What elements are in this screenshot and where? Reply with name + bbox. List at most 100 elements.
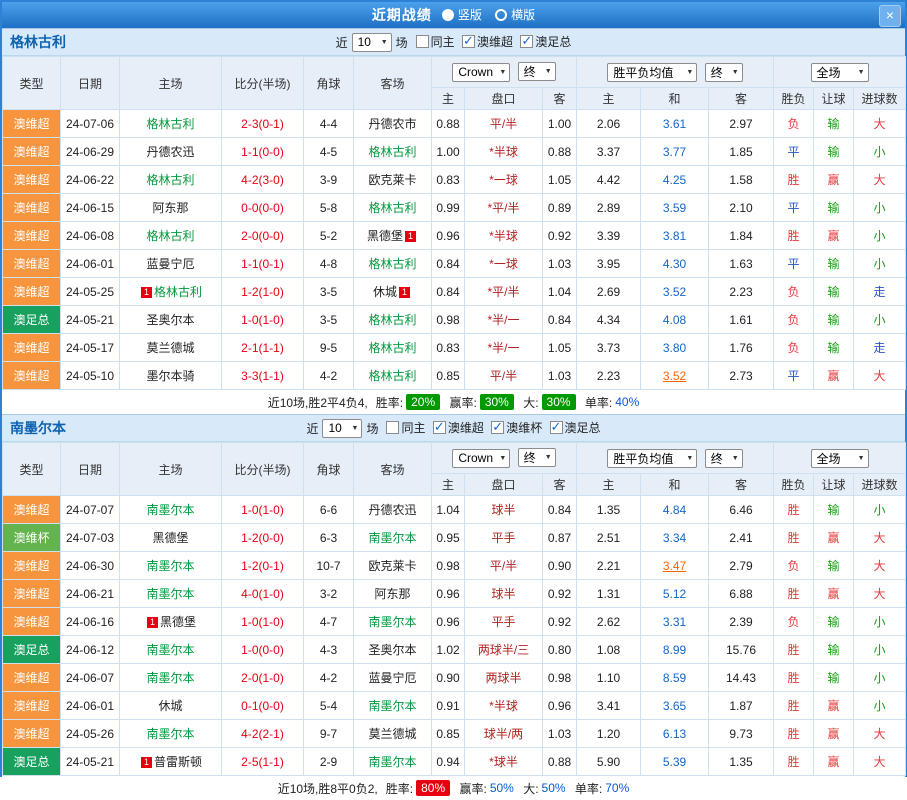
europe-state-select[interactable]: 终▼ xyxy=(705,449,743,468)
filter-checkbox-item[interactable]: 澳维杯 xyxy=(491,419,542,436)
checkbox-label: 澳足总 xyxy=(535,33,571,50)
league-badge: 澳维超 xyxy=(3,194,61,222)
match-row: 澳维超 24-05-25 1格林古利 1-2(1-0) 3-5 休城1 0.84… xyxy=(3,278,906,306)
scope-select[interactable]: 全场▼ xyxy=(811,63,869,82)
away-team-name: 格林古利 xyxy=(368,201,416,215)
stat-item: 大: 30% xyxy=(523,394,575,411)
filter-checkbox-item[interactable]: 澳足总 xyxy=(520,33,571,50)
stat-label: 胜率: xyxy=(386,780,413,797)
filter-checkbox-item[interactable]: 同主 xyxy=(416,33,455,50)
layout-radio-option[interactable]: 竖版 xyxy=(442,6,482,23)
col-subheader: 和 xyxy=(641,474,709,496)
results-table-2: 类型 日期 主场 比分(半场) 角球 客场 Crown▼ 终▼ 胜平负均值▼ 终… xyxy=(2,442,906,776)
asian-home-odds: 0.84 xyxy=(432,278,465,306)
checkbox-label: 澳维杯 xyxy=(506,419,542,436)
away-team-name: 蓝曼宁厄 xyxy=(368,671,416,685)
away-team-name: 欧克莱卡 xyxy=(368,173,416,187)
col-subheader: 进球数 xyxy=(854,474,906,496)
bookmaker-select[interactable]: Crown▼ xyxy=(452,449,510,468)
bookmaker-select[interactable]: Crown▼ xyxy=(452,63,510,82)
filters: 近 10 ▼ 场 同主 澳维超 xyxy=(336,33,572,52)
league-badge: 澳维超 xyxy=(3,334,61,362)
layout-radio-option[interactable]: 横版 xyxy=(495,6,535,23)
corner-score: 9-5 xyxy=(304,334,354,362)
asian-handicap: 平/半 xyxy=(465,552,543,580)
asian-home-odds: 0.94 xyxy=(432,748,465,776)
filter-checkbox-item[interactable]: 同主 xyxy=(386,419,425,436)
stat-label: 单率: xyxy=(575,780,602,797)
match-count-select[interactable]: 10 ▼ xyxy=(352,33,392,52)
match-row: 澳维超 24-07-07 南墨尔本 1-0(1-0) 6-6 丹德农迅 1.04… xyxy=(3,496,906,524)
result-wdl: 负 xyxy=(774,608,814,636)
corner-score: 3-5 xyxy=(304,278,354,306)
away-team-name: 南墨尔本 xyxy=(368,615,416,629)
match-count-select[interactable]: 10 ▼ xyxy=(322,419,362,438)
league-badge: 澳维超 xyxy=(3,552,61,580)
league-badge: 澳维超 xyxy=(3,496,61,524)
red-card-badge: 1 xyxy=(141,757,152,768)
europe-away-odds: 2.79 xyxy=(709,552,774,580)
result-handicap: 输 xyxy=(814,636,854,664)
europe-average-select[interactable]: 胜平负均值▼ xyxy=(607,449,697,468)
scope-select[interactable]: 全场▼ xyxy=(811,449,869,468)
europe-home-odds: 1.08 xyxy=(577,636,641,664)
asian-handicap: *一球 xyxy=(465,250,543,278)
asian-state-select[interactable]: 终▼ xyxy=(518,448,556,467)
europe-home-odds: 2.06 xyxy=(577,110,641,138)
asian-away-odds: 1.05 xyxy=(543,166,577,194)
col-subheader: 客 xyxy=(543,474,577,496)
checkbox[interactable] xyxy=(386,421,399,434)
home-team-name: 格林古利 xyxy=(154,285,202,299)
result-handicap: 输 xyxy=(814,110,854,138)
checkbox[interactable] xyxy=(550,421,563,434)
league-badge: 澳维超 xyxy=(3,692,61,720)
asian-home-odds: 0.98 xyxy=(432,552,465,580)
corner-score: 6-3 xyxy=(304,524,354,552)
home-team: 南墨尔本 xyxy=(120,720,222,748)
checkbox[interactable] xyxy=(462,35,475,48)
result-handicap: 输 xyxy=(814,608,854,636)
result-wdl: 负 xyxy=(774,110,814,138)
filter-checkbox-item[interactable]: 澳维超 xyxy=(433,419,484,436)
summary-stats: 胜率: 80% 赢率: 50% 大: 50% 单率: 70% xyxy=(380,780,630,797)
col-subheader: 盘口 xyxy=(465,474,543,496)
europe-away-odds: 1.85 xyxy=(709,138,774,166)
asian-away-odds: 0.88 xyxy=(543,138,577,166)
result-handicap: 输 xyxy=(814,552,854,580)
checkbox[interactable] xyxy=(520,35,533,48)
match-date: 24-06-29 xyxy=(61,138,120,166)
europe-average-select[interactable]: 胜平负均值▼ xyxy=(607,63,697,82)
asian-away-odds: 1.00 xyxy=(543,110,577,138)
filter-checkbox-item[interactable]: 澳维超 xyxy=(462,33,513,50)
corner-score: 3-2 xyxy=(304,580,354,608)
recent-results-dialog: 近期战绩 竖版 横版 × 格林古利 近 xyxy=(0,0,907,777)
europe-away-odds: 2.39 xyxy=(709,608,774,636)
away-team-name: 欧克莱卡 xyxy=(368,559,416,573)
match-row: 澳维超 24-06-22 格林古利 4-2(3-0) 3-9 欧克莱卡 0.83… xyxy=(3,166,906,194)
result-wdl: 胜 xyxy=(774,222,814,250)
result-wdl: 平 xyxy=(774,194,814,222)
col-away: 客场 xyxy=(354,57,432,110)
stats-summary-1: 近10场,胜2平4负4, 胜率: 20% 赢率: 30% 大: 30% xyxy=(2,390,905,414)
asian-away-odds: 0.87 xyxy=(543,524,577,552)
close-button[interactable]: × xyxy=(879,5,901,27)
stat-value: 30% xyxy=(480,394,514,410)
col-home: 主场 xyxy=(120,57,222,110)
home-team: 黑德堡 xyxy=(120,524,222,552)
away-team-name: 格林古利 xyxy=(368,341,416,355)
checkbox[interactable] xyxy=(416,35,429,48)
asian-home-odds: 0.83 xyxy=(432,166,465,194)
asian-away-odds: 1.04 xyxy=(543,278,577,306)
home-team-name: 格林古利 xyxy=(146,173,194,187)
europe-state-select[interactable]: 终▼ xyxy=(705,63,743,82)
stat-value: 50% xyxy=(542,781,566,795)
result-wdl: 负 xyxy=(774,552,814,580)
corner-score: 5-8 xyxy=(304,194,354,222)
away-team-name: 阿东那 xyxy=(374,587,410,601)
filter-checkbox-item[interactable]: 澳足总 xyxy=(550,419,601,436)
checkbox[interactable] xyxy=(491,421,504,434)
checkbox[interactable] xyxy=(433,421,446,434)
result-handicap: 赢 xyxy=(814,748,854,776)
asian-state-select[interactable]: 终▼ xyxy=(518,62,556,81)
result-handicap: 赢 xyxy=(814,580,854,608)
